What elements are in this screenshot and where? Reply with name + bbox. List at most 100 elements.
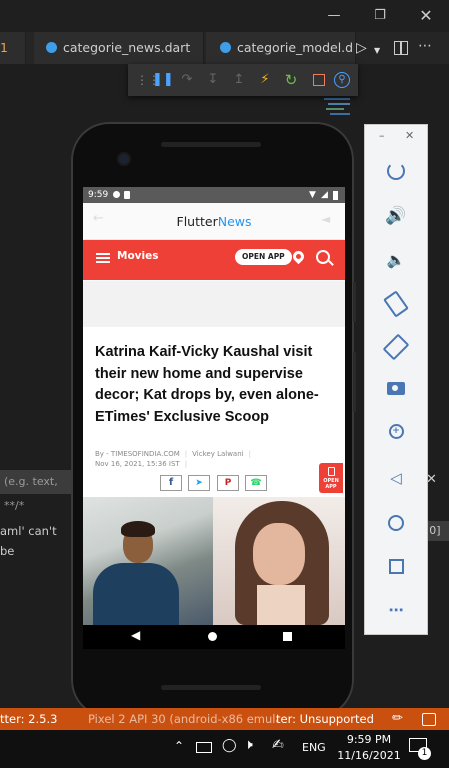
open-app-button[interactable]: OPEN APP [235,249,292,265]
nav-overview-icon[interactable] [283,632,292,641]
byline-source: By - TIMESOFINDIA.COM [95,450,180,458]
step-into-icon[interactable]: ↧ [204,71,222,89]
volume-tray-icon[interactable]: 🕨 [244,737,253,753]
dart-file-icon [220,42,231,53]
minimize-icon[interactable]: — [324,6,344,26]
clock-date[interactable]: 11/16/2021 [336,749,402,762]
battery-tray-icon[interactable] [196,742,212,753]
speaker-grill [161,142,261,147]
tab-categorie-model[interactable]: categorie_model.d [206,32,356,64]
phone-screen: 9:59 ▼ ◢ ← FlutterNews ◄ Movies OPEN APP… [83,187,345,625]
wifi-tray-icon[interactable]: ◯ [222,738,237,753]
feedback-icon[interactable]: ✏ [392,708,403,730]
location-icon[interactable] [290,248,307,265]
filter-input[interactable]: (e.g. text, **/* [0,470,72,512]
status-bar: tter: 2.5.3 Pixel 2 API 30 (android-x86 … [0,708,449,730]
devtools-icon[interactable]: ⚲ [334,72,350,88]
restore-icon[interactable]: ❐ [370,6,390,26]
camera-icon[interactable] [365,375,427,405]
article-headline: Katrina Kaif-Vicky Kaushal visit their n… [95,344,319,425]
flutter-version[interactable]: tter: 2.5.3 [0,708,57,730]
hot-reload-icon[interactable]: ⚡ [256,71,274,89]
editor-tab-bar: 1 categorie_news.dart categorie_model.d … [0,32,449,64]
pinterest-share-icon[interactable]: P [217,475,239,491]
run-icon[interactable]: ▷ [356,40,367,56]
chevron-up-icon[interactable]: ⌃ [174,739,184,753]
back-icon[interactable]: ◁ [365,463,427,493]
tab-label: 1 [0,40,8,55]
minimap [322,96,356,120]
power-key [353,282,356,322]
step-out-icon[interactable]: ↥ [230,71,248,89]
power-icon[interactable] [365,158,427,188]
windows-taskbar: ⌃ ◯ 🕨 ✍ ENG 9:59 PM 11/16/2021 1 [0,730,449,768]
share-icon[interactable]: ◄ [321,212,330,226]
close-panel-icon[interactable]: ✕ [405,129,414,142]
whatsapp-share-icon[interactable]: ☎ [245,475,267,491]
phone-icon [327,467,335,476]
pause-icon[interactable]: ❚❚ [152,71,174,89]
volume-key [353,352,356,412]
article-photo-left [83,497,213,625]
platform-status: ter: Unsupported [276,712,374,726]
article-byline: By - TIMESOFINDIA.COM | Vickey Lalwani | No… [95,450,251,468]
nav-home-icon[interactable] [208,632,217,641]
app-bar: ← FlutterNews ◄ [83,203,345,239]
sd-card-icon [124,191,130,199]
app-title: FlutterNews [83,214,345,229]
rotate-left-icon[interactable] [365,288,427,318]
split-editor-icon[interactable] [394,41,408,55]
nav-back-icon[interactable]: ◀ [131,628,140,642]
more-actions-icon[interactable]: ⋯ [418,38,432,54]
volume-down-icon[interactable]: 🔈 [365,245,427,275]
article-photo-right [213,497,345,625]
notifications-icon[interactable] [422,713,436,726]
section-title: Movies [117,250,159,262]
battery-icon [333,191,338,200]
window-title-bar: — ❐ ✕ [0,0,449,32]
dart-file-icon [46,42,57,53]
device-selector[interactable]: Pixel 2 API 30 (android-x86 emulator) [88,708,278,730]
notification-count-badge: 1 [418,747,431,760]
byline-author: Vickey Lalwani [192,450,244,458]
side-open-app-badge[interactable]: OPEN APP [319,463,343,493]
home-icon[interactable] [365,507,427,537]
article-date: Nov 16, 2021, 15:36 IST [95,460,180,468]
emulator-control-panel: – ✕ 🔊 🔈 + ◁ ⋯ [364,124,428,635]
tab-partial[interactable]: 1 [0,32,26,64]
facebook-share-icon[interactable]: f [160,475,182,491]
front-camera [119,154,129,164]
chevron-down-icon[interactable]: ▼ [374,46,380,55]
pen-tray-icon[interactable]: ✍ [272,737,284,753]
clock-time[interactable]: 9:59 PM [342,733,396,746]
stop-icon[interactable] [310,71,328,89]
tab-label: categorie_news.dart [63,40,191,55]
ad-placeholder [83,281,345,327]
app-notification-icon [113,191,120,198]
volume-up-icon[interactable]: 🔊 [365,201,427,231]
search-icon-handle [328,260,334,266]
twitter-share-icon[interactable]: ➤ [188,475,210,491]
wifi-icon: ▼ [309,190,316,200]
android-nav-bar: ◀ [83,625,345,649]
side-badge-label: OPEN APP [323,478,339,490]
zoom-icon[interactable]: + [365,419,427,449]
close-window-icon[interactable]: ✕ [416,6,436,26]
step-over-icon[interactable]: ↷ [178,71,196,89]
restart-icon[interactable]: ↻ [282,71,300,89]
speaker-grill-bottom [161,685,261,690]
app-title-suffix: News [217,214,252,229]
rotate-right-icon[interactable] [365,331,427,361]
overview-icon[interactable] [365,551,427,581]
signal-icon: ◢ [321,190,328,200]
minimize-panel-icon[interactable]: – [379,129,385,142]
tab-categorie-news[interactable]: categorie_news.dart [34,32,204,64]
error-message-fragment: aml' can't be [0,524,57,558]
status-time: 9:59 [88,190,109,200]
hamburger-menu-icon[interactable] [96,253,110,255]
language-indicator[interactable]: ENG [302,741,326,754]
debug-toolbar: ⋮⋮ ❚❚ ↷ ↧ ↥ ⚡ ↻ ⚲ [128,64,358,96]
tab-label: categorie_model.d [237,40,354,55]
more-icon[interactable]: ⋯ [365,595,427,625]
android-status-bar: 9:59 ▼ ◢ [83,187,345,203]
